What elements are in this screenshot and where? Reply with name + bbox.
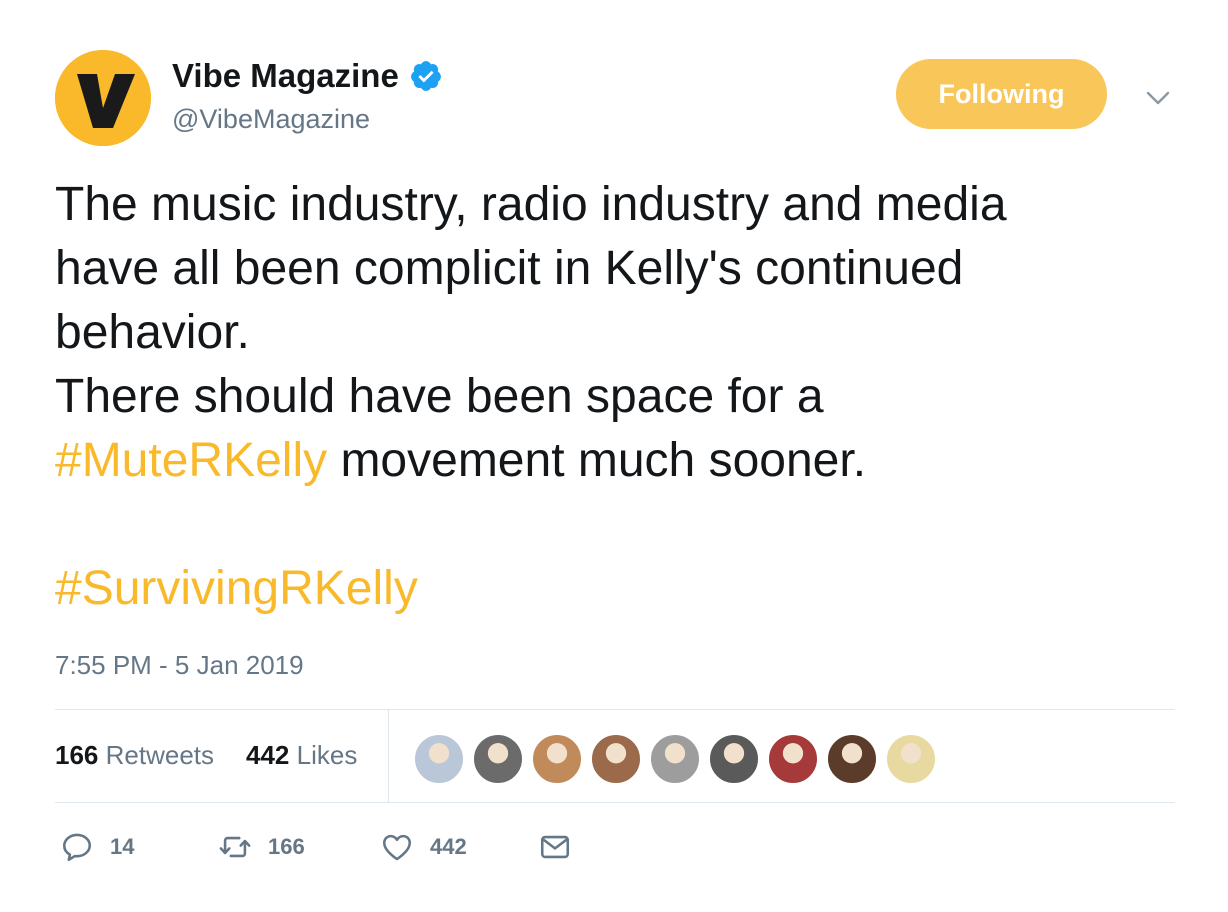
liker-avatar[interactable]: [885, 733, 937, 785]
account-handle[interactable]: @VibeMagazine: [172, 104, 370, 135]
verified-badge-icon: [410, 61, 441, 91]
divider: [55, 802, 1175, 803]
liker-avatar[interactable]: [590, 733, 642, 785]
reply-icon: [62, 833, 92, 862]
tweet-line: have all been complicit in Kelly's conti…: [55, 242, 964, 295]
likes-label: Likes: [296, 740, 358, 770]
reply-count: 14: [110, 834, 135, 859]
message-icon: [540, 835, 570, 859]
liker-avatar[interactable]: [708, 733, 760, 785]
retweet-icon: [219, 836, 251, 858]
retweet-count: 166: [268, 834, 305, 859]
account-name-row[interactable]: Vibe Magazine: [172, 57, 443, 95]
account-avatar[interactable]: [55, 50, 151, 146]
hashtag-link[interactable]: #SurvivingRKelly: [55, 557, 1195, 621]
like-action[interactable]: 442: [380, 830, 467, 864]
vibe-logo-icon: [55, 50, 151, 146]
liker-avatar[interactable]: [472, 733, 524, 785]
liker-avatar[interactable]: [767, 733, 819, 785]
retweet-action[interactable]: 166: [218, 830, 305, 864]
tweet-timestamp[interactable]: 7:55 PM - 5 Jan 2019: [55, 650, 304, 681]
liker-avatars: [413, 733, 944, 785]
retweets-count: 166: [55, 740, 99, 770]
tweet-line-with-hashtag: #MuteRKelly movement much sooner.: [55, 429, 1195, 493]
like-count: 442: [430, 834, 467, 859]
reply-action[interactable]: 14: [60, 830, 134, 864]
likes-stat[interactable]: 442 Likes: [246, 740, 357, 771]
retweets-label: Retweets: [105, 740, 215, 770]
liker-avatar[interactable]: [826, 733, 878, 785]
following-button[interactable]: Following: [896, 59, 1107, 129]
stats-divider: [388, 710, 389, 802]
liker-avatar[interactable]: [649, 733, 701, 785]
retweets-stat[interactable]: 166 Retweets: [55, 740, 214, 771]
chevron-down-icon[interactable]: [1144, 84, 1172, 112]
divider: [55, 709, 1175, 710]
liker-avatar[interactable]: [531, 733, 583, 785]
hashtag-link[interactable]: #MuteRKelly: [55, 434, 327, 487]
tweet-text: The music industry, radio industry and m…: [55, 173, 1195, 621]
tweet-line: There should have been space for a: [55, 370, 824, 423]
tweet-line-rest: movement much sooner.: [327, 434, 867, 487]
message-action[interactable]: [538, 830, 572, 864]
tweet-line: behavior.: [55, 306, 250, 359]
tweet-line: The music industry, radio industry and m…: [55, 178, 1007, 231]
liker-avatar[interactable]: [413, 733, 465, 785]
likes-count: 442: [246, 740, 290, 770]
account-name[interactable]: Vibe Magazine: [172, 57, 399, 95]
like-icon: [382, 834, 412, 861]
